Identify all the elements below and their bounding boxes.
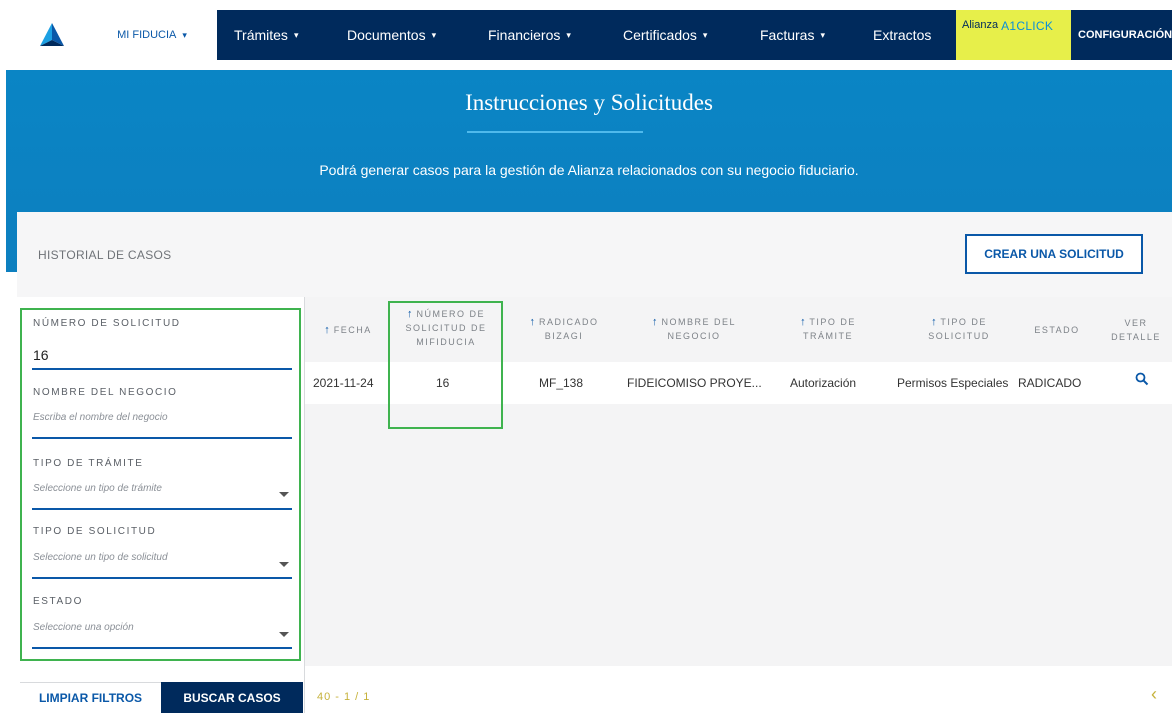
tipo-tramite-underline — [32, 508, 292, 510]
column-header-tipo-tramite[interactable]: ↑ TIPO DE TRÁMITE — [783, 315, 873, 343]
nav-mi-fiducia-label: MI FIDUCIA — [117, 29, 177, 41]
column-header-label: SOLICITUD — [928, 331, 990, 341]
column-header-label: TIPO DE — [940, 317, 987, 327]
nav-tramites-label: Trámites — [234, 27, 288, 43]
numero-solicitud-label: NÚMERO DE SOLICITUD — [33, 318, 181, 329]
alianza-logo[interactable] — [17, 10, 87, 60]
column-header-label: VER — [1124, 318, 1148, 328]
search-cases-button[interactable]: BUSCAR CASOS — [161, 682, 303, 713]
column-header-label: FECHA — [333, 325, 372, 335]
nav-extractos-label: Extractos — [873, 27, 932, 43]
column-header-nombre-negocio[interactable]: ↑ NOMBRE DEL NEGOCIO — [631, 315, 757, 343]
tipo-solicitud-select[interactable]: Seleccione un tipo de solicitud — [33, 552, 168, 563]
nav-extractos[interactable]: Extractos — [873, 10, 931, 60]
alianza-prefix: Alianza — [962, 19, 999, 31]
column-header-label: RADICADO — [539, 317, 599, 327]
numero-solicitud-underline — [32, 368, 292, 370]
cell-fecha: 2021-11-24 — [313, 376, 374, 390]
estado-select[interactable]: Seleccione una opción — [33, 622, 134, 633]
sort-arrow-up-icon: ↑ — [931, 316, 937, 328]
column-header-estado: ESTADO — [1023, 323, 1091, 337]
sort-arrow-up-icon: ↑ — [651, 316, 658, 328]
nav-certificados-label: Certificados — [623, 27, 697, 43]
column-header-label: NEGOCIO — [667, 331, 721, 341]
nombre-negocio-underline — [32, 437, 292, 439]
nav-financieros[interactable]: Financieros ▾ — [488, 10, 571, 60]
historial-title: HISTORIAL DE CASOS — [38, 248, 172, 262]
chevron-down-icon[interactable] — [279, 632, 289, 637]
column-header-label: BIZAGI — [544, 331, 584, 341]
alianza-logo-icon — [40, 23, 64, 46]
page: MI FIDUCIA ▾ Trámites ▾ Documentos ▾ Fin… — [0, 0, 1172, 713]
chevron-down-icon: ▾ — [702, 29, 708, 40]
chevron-down-icon: ▾ — [431, 29, 437, 40]
chevron-down-icon[interactable] — [279, 492, 289, 497]
page-subtitle: Podrá generar casos para la gestión de A… — [319, 162, 859, 178]
historial-panel: HISTORIAL DE CASOS CREAR UNA SOLICITUD N… — [17, 212, 1172, 713]
chevron-down-icon: ▾ — [182, 29, 187, 40]
nav-documentos[interactable]: Documentos ▾ — [347, 10, 436, 60]
nav-tramites[interactable]: Trámites ▾ — [234, 10, 298, 60]
cell-estado: RADICADO — [1018, 376, 1082, 390]
tipo-solicitud-label: TIPO DE SOLICITUD — [33, 526, 157, 537]
chevron-down-icon: ▾ — [566, 29, 571, 40]
nav-configuracion-label: CONFIGURACIÓN — [1078, 29, 1172, 41]
top-navigation: MI FIDUCIA ▾ Trámites ▾ Documentos ▾ Fin… — [0, 0, 1172, 70]
nav-alianza-a1click[interactable]: Alianza A1CLICK — [956, 10, 1071, 60]
clear-filters-button[interactable]: LIMPIAR FILTROS — [20, 682, 161, 713]
tipo-tramite-label: TIPO DE TRÁMITE — [33, 458, 144, 469]
search-icon[interactable] — [1135, 372, 1149, 386]
column-header-label: DETALLE — [1111, 332, 1161, 342]
create-request-button[interactable]: CREAR UNA SOLICITUD — [965, 234, 1143, 274]
column-header-tipo-solicitud[interactable]: ↑ TIPO DE SOLICITUD — [909, 315, 1009, 343]
column-header-fecha[interactable]: ↑ FECHA — [319, 323, 377, 337]
nav-financieros-label: Financieros — [488, 27, 561, 43]
column-header-label: NOMBRE DEL — [661, 317, 737, 327]
column-header-label: ESTADO — [1034, 325, 1080, 335]
tipo-tramite-select[interactable]: Seleccione un tipo de trámite — [33, 483, 162, 494]
nav-facturas[interactable]: Facturas ▾ — [760, 10, 825, 60]
nombre-negocio-label: NOMBRE DEL NEGOCIO — [33, 387, 178, 398]
cell-tipo-solicitud: Permisos Especiales — [897, 376, 1009, 390]
sort-arrow-up-icon: ↑ — [800, 316, 806, 328]
column-header-radicado[interactable]: ↑ RADICADO BIZAGI — [519, 315, 609, 343]
column-header-label: TRÁMITE — [803, 331, 853, 341]
sort-arrow-up-icon: ↑ — [324, 324, 330, 336]
filters-sidebar: NÚMERO DE SOLICITUD 16 NOMBRE DEL NEGOCI… — [20, 308, 301, 661]
numero-solicitud-input[interactable]: 16 — [33, 347, 49, 363]
estado-label: ESTADO — [33, 596, 83, 607]
cell-nombre-negocio: FIDEICOMISO PROYE... — [627, 376, 762, 390]
title-underline — [467, 131, 643, 133]
nav-facturas-label: Facturas — [760, 27, 815, 43]
cell-radicado: MF_138 — [539, 376, 584, 390]
historial-header: HISTORIAL DE CASOS CREAR UNA SOLICITUD — [17, 212, 1172, 297]
highlighted-column-outline — [388, 301, 503, 429]
pagination-info: 40 - 1 / 1 — [317, 691, 371, 703]
a1click-brand: A1CLICK — [1001, 19, 1054, 33]
nav-certificados[interactable]: Certificados ▾ — [623, 10, 707, 60]
page-title: Instrucciones y Solicitudes — [465, 90, 713, 115]
chevron-left-icon[interactable]: ‹ — [1151, 684, 1157, 705]
column-header-label: TIPO DE — [809, 317, 856, 327]
nombre-negocio-input[interactable]: Escriba el nombre del negocio — [33, 412, 168, 423]
tipo-solicitud-underline — [32, 577, 292, 579]
cell-tipo-tramite: Autorización — [790, 376, 857, 390]
nav-configuracion[interactable]: CONFIGURACIÓN — [1078, 10, 1172, 60]
estado-underline — [32, 647, 292, 649]
chevron-down-icon: ▾ — [293, 29, 299, 40]
column-header-ver-detalle: VER DETALLE — [1103, 316, 1169, 344]
nav-mi-fiducia[interactable]: MI FIDUCIA ▾ — [87, 10, 217, 60]
sort-arrow-up-icon: ↑ — [529, 316, 535, 328]
sidebar-divider — [304, 297, 305, 713]
nav-documentos-label: Documentos — [347, 27, 426, 43]
chevron-down-icon[interactable] — [279, 562, 289, 567]
chevron-down-icon: ▾ — [820, 29, 825, 40]
